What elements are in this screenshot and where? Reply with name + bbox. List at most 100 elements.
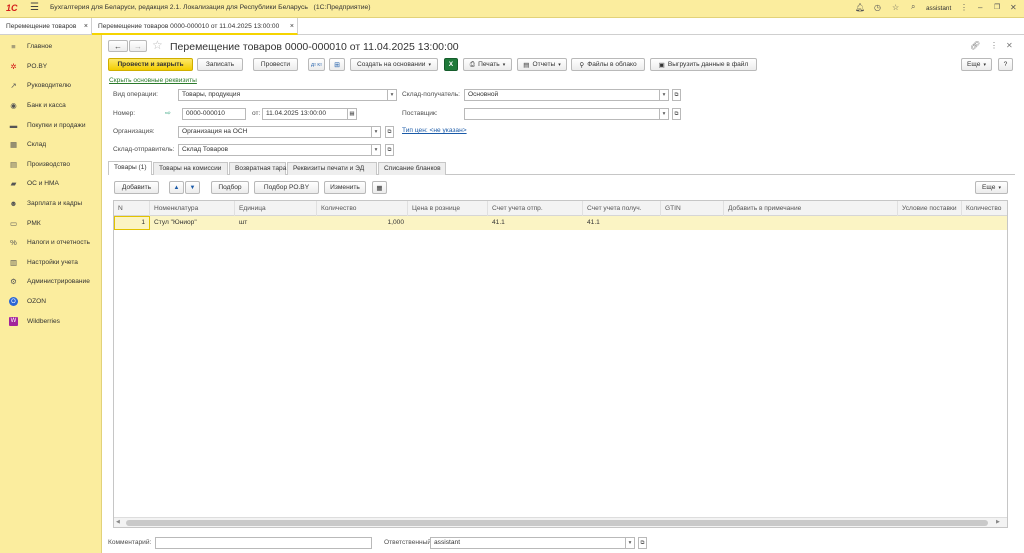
comment-field[interactable] [155, 537, 372, 549]
column-header[interactable]: Цена в рознице [408, 201, 488, 216]
organization-dropdown-icon[interactable]: ▾ [372, 126, 381, 138]
column-header[interactable]: Условие поставки [898, 201, 962, 216]
table-cell[interactable]: 1 [114, 216, 150, 230]
form-tab[interactable]: Товары (1) [108, 161, 152, 175]
supplier-dropdown-icon[interactable]: ▾ [660, 108, 669, 120]
table-cell[interactable]: Стул "Юниор" [150, 216, 235, 230]
column-header[interactable]: Единица [235, 201, 317, 216]
price-type-link[interactable]: Тип цен: <не указан> [402, 127, 467, 134]
history-icon[interactable]: ◷ [874, 3, 881, 12]
select-button[interactable]: Подбор [211, 181, 249, 194]
table-cell[interactable] [661, 216, 724, 230]
supplier-field[interactable] [464, 108, 660, 120]
close-doc-icon[interactable]: ✕ [1006, 41, 1013, 50]
table-cell[interactable] [962, 216, 1007, 230]
favorite-star-icon[interactable]: ☆ [152, 38, 163, 52]
column-header[interactable]: Номенклатура [150, 201, 235, 216]
column-header[interactable]: Счет учета отпр. [488, 201, 583, 216]
minimize-icon[interactable]: ‒ [978, 3, 982, 12]
table-cell[interactable]: 1,000 [317, 216, 408, 230]
number-field[interactable]: 0000-000010 [182, 108, 246, 120]
export-data-button[interactable]: ▣ Выгрузить данные в файл [650, 58, 757, 71]
add-row-button[interactable]: Добавить [114, 181, 159, 194]
print-button[interactable]: ⎙ Печать ▾ [463, 58, 512, 71]
sidebar-item[interactable]: % Налоги и отчетность [0, 233, 102, 253]
more-button[interactable]: Еще ▾ [961, 58, 992, 71]
sidebar-item[interactable]: ☻ Зарплата и кадры [0, 194, 102, 214]
help-button[interactable]: ? [998, 58, 1013, 71]
table-more-button[interactable]: Еще ▾ [975, 181, 1008, 194]
calendar-icon[interactable]: ▦ [348, 108, 357, 120]
sidebar-item[interactable]: ▰ ОС и НМА [0, 174, 102, 194]
form-tab[interactable]: Товары на комиссии [153, 162, 228, 175]
column-header[interactable]: Добавить в примечание [724, 201, 898, 216]
save-button[interactable]: Записать [197, 58, 243, 71]
table-settings-button[interactable]: ▦ [372, 181, 387, 194]
sidebar-item[interactable]: ↗ Руководителю [0, 76, 102, 96]
reports-button[interactable]: ▤ Отчеты ▾ [517, 58, 567, 71]
excel-button[interactable]: X [444, 58, 458, 71]
responsible-field[interactable]: assistant [430, 537, 626, 549]
forward-button[interactable]: → [129, 40, 147, 52]
close-icon[interactable]: ✕ [1010, 3, 1017, 12]
move-down-button[interactable]: ▼ [185, 181, 200, 194]
sidebar-item[interactable]: ▬ Покупки и продажи [0, 115, 102, 135]
menu-icon[interactable]: ☰ [30, 2, 39, 13]
user-name[interactable]: assistant [926, 5, 951, 12]
sidebar-item[interactable]: ▭ РМК [0, 213, 102, 233]
column-header[interactable]: Счет учета получ. [583, 201, 661, 216]
table-cell[interactable] [408, 216, 488, 230]
sidebar-item[interactable]: W Wildberries [0, 311, 102, 331]
scroll-right-icon[interactable]: ▶ [996, 519, 1000, 525]
sidebar-item[interactable]: ⚙ Администрирование [0, 272, 102, 292]
sidebar-item[interactable]: ▥ Настройки учета [0, 253, 102, 273]
sidebar-item[interactable]: ▦ Склад [0, 135, 102, 155]
table-row[interactable]: 1 Стул "Юниор" шт 1,000 41.1 41.1 [114, 216, 1007, 230]
notifications-icon[interactable]: 🔔︎ [855, 3, 865, 12]
settings-icon[interactable]: ⋮ [960, 3, 968, 12]
close-tab-icon[interactable]: × [84, 18, 88, 35]
tab-transfer-doc[interactable]: Перемещение товаров 0000-000010 от 11.04… [92, 18, 298, 35]
link-icon[interactable]: 🔗︎ [970, 41, 980, 50]
scroll-thumb[interactable] [126, 520, 988, 526]
organization-field[interactable]: Организация на ОСН [178, 126, 372, 138]
favorites-icon[interactable]: ☆ [892, 3, 899, 12]
sidebar-item[interactable]: ▤ Производство [0, 155, 102, 175]
post-and-close-button[interactable]: Провести и закрыть [108, 58, 193, 71]
scroll-left-icon[interactable]: ◀ [116, 519, 120, 525]
close-tab-icon[interactable]: × [290, 18, 294, 35]
responsible-open-icon[interactable]: ⧉ [638, 537, 647, 549]
search-icon[interactable]: ⌕ [911, 2, 915, 12]
change-button[interactable]: Изменить [324, 181, 366, 194]
more-vert-icon[interactable]: ⋮ [990, 41, 998, 50]
table-cell[interactable]: 41.1 [488, 216, 583, 230]
receiver-open-icon[interactable]: ⧉ [672, 89, 681, 101]
organization-open-icon[interactable]: ⧉ [385, 126, 394, 138]
date-field[interactable]: 11.04.2025 13:00:00 [262, 108, 348, 120]
supplier-open-icon[interactable]: ⧉ [672, 108, 681, 120]
move-up-button[interactable]: ▲ [169, 181, 184, 194]
post-button[interactable]: Провести [253, 58, 298, 71]
select-poby-button[interactable]: Подбор PO.BY [254, 181, 319, 194]
table-cell[interactable] [724, 216, 898, 230]
column-header[interactable]: N [114, 201, 150, 216]
sidebar-item[interactable]: ◉ Банк и касса [0, 96, 102, 116]
back-button[interactable]: ← [108, 40, 128, 52]
sender-warehouse-field[interactable]: Склад Товаров [178, 144, 372, 156]
horizontal-scrollbar[interactable]: ◀ ▶ [114, 517, 1007, 527]
files-to-cloud-button[interactable]: ⚲ Файлы в облако [571, 58, 645, 71]
operation-dropdown-icon[interactable]: ▾ [388, 89, 397, 101]
dt-kt-button[interactable]: Дт Кт [308, 58, 325, 71]
number-edit-icon[interactable]: ⇨ [165, 109, 171, 117]
create-based-on-button[interactable]: Создать на основании ▾ [350, 58, 438, 71]
structure-button[interactable]: ⊞ [329, 58, 345, 71]
operation-field[interactable]: Товары, продукция [178, 89, 388, 101]
sender-dropdown-icon[interactable]: ▾ [372, 144, 381, 156]
sidebar-item[interactable]: ✲ PO.BY [0, 57, 102, 77]
responsible-dropdown-icon[interactable]: ▾ [626, 537, 635, 549]
tab-list-transfers[interactable]: Перемещение товаров × [0, 18, 92, 35]
hide-main-details-link[interactable]: Скрыть основные реквизиты [109, 77, 197, 84]
column-header[interactable]: GTIN [661, 201, 724, 216]
form-tab[interactable]: Возвратная тара [229, 162, 286, 175]
table-cell[interactable]: шт [235, 216, 317, 230]
